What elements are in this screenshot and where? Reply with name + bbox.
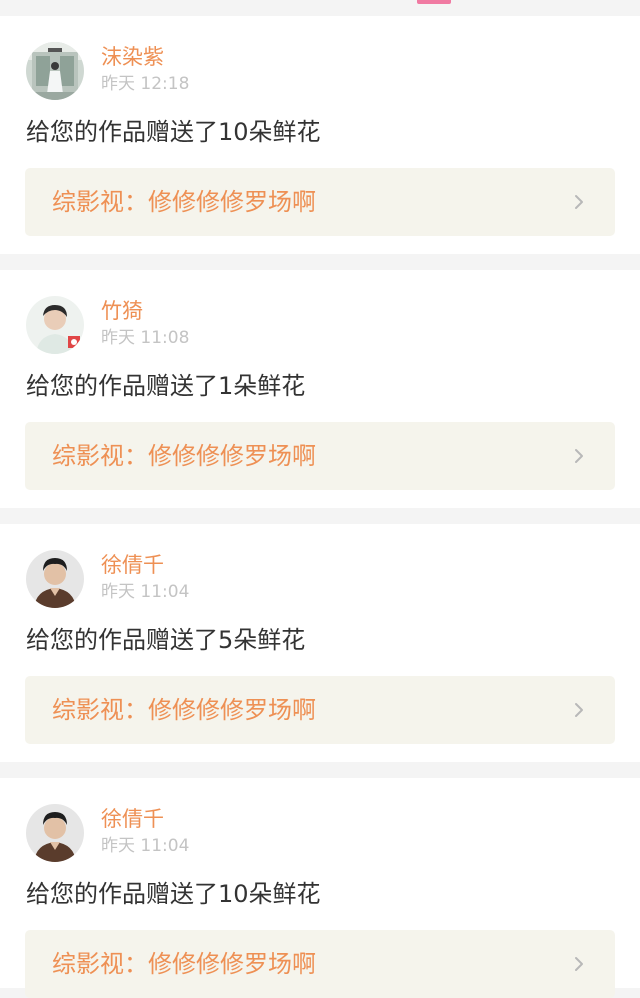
username[interactable]: 徐倩千	[101, 552, 164, 578]
chevron-right-icon	[575, 703, 583, 717]
gift-message: 给您的作品赠送了5朵鲜花	[26, 626, 306, 654]
avatar-photo-man-dark-icon	[26, 550, 84, 608]
timestamp: 昨天 11:08	[101, 328, 190, 348]
work-title: 综影视：修修修修罗场啊	[52, 442, 316, 470]
avatar-photo-man-dark-icon	[26, 804, 84, 862]
gift-message: 给您的作品赠送了1朵鲜花	[26, 372, 306, 400]
username[interactable]: 徐倩千	[101, 806, 164, 832]
chevron-right-icon	[575, 449, 583, 463]
notification-card: 竹猗 昨天 11:08 给您的作品赠送了1朵鲜花 综影视：修修修修罗场啊	[0, 270, 640, 508]
avatar[interactable]	[26, 550, 84, 608]
avatar[interactable]	[26, 42, 84, 100]
chevron-right-icon	[575, 195, 583, 209]
work-link[interactable]: 综影视：修修修修罗场啊	[25, 930, 615, 998]
active-tab-indicator	[417, 0, 451, 4]
work-title: 综影视：修修修修罗场啊	[52, 696, 316, 724]
work-link[interactable]: 综影视：修修修修罗场啊	[25, 676, 615, 744]
work-title: 综影视：修修修修罗场啊	[52, 950, 316, 978]
avatar[interactable]	[26, 804, 84, 862]
gift-message: 给您的作品赠送了10朵鲜花	[26, 118, 321, 146]
gift-message: 给您的作品赠送了10朵鲜花	[26, 880, 321, 908]
avatar-photo-woman-icon	[26, 42, 84, 100]
notification-card: 沫染紫 昨天 12:18 给您的作品赠送了10朵鲜花 综影视：修修修修罗场啊	[0, 16, 640, 254]
notification-card: 徐倩千 昨天 11:04 给您的作品赠送了10朵鲜花 综影视：修修修修罗场啊	[0, 778, 640, 998]
work-title: 综影视：修修修修罗场啊	[52, 188, 316, 216]
username[interactable]: 沫染紫	[101, 44, 164, 70]
chevron-right-icon	[575, 957, 583, 971]
work-link[interactable]: 综影视：修修修修罗场啊	[25, 422, 615, 490]
notification-card: 徐倩千 昨天 11:04 给您的作品赠送了5朵鲜花 综影视：修修修修罗场啊	[0, 524, 640, 762]
avatar-photo-man-light-icon	[26, 296, 84, 354]
timestamp: 昨天 11:04	[101, 582, 190, 602]
top-tab-bar	[0, 0, 640, 12]
timestamp: 昨天 12:18	[101, 74, 190, 94]
work-link[interactable]: 综影视：修修修修罗场啊	[25, 168, 615, 236]
avatar[interactable]	[26, 296, 84, 354]
username[interactable]: 竹猗	[101, 298, 143, 324]
timestamp: 昨天 11:04	[101, 836, 190, 856]
